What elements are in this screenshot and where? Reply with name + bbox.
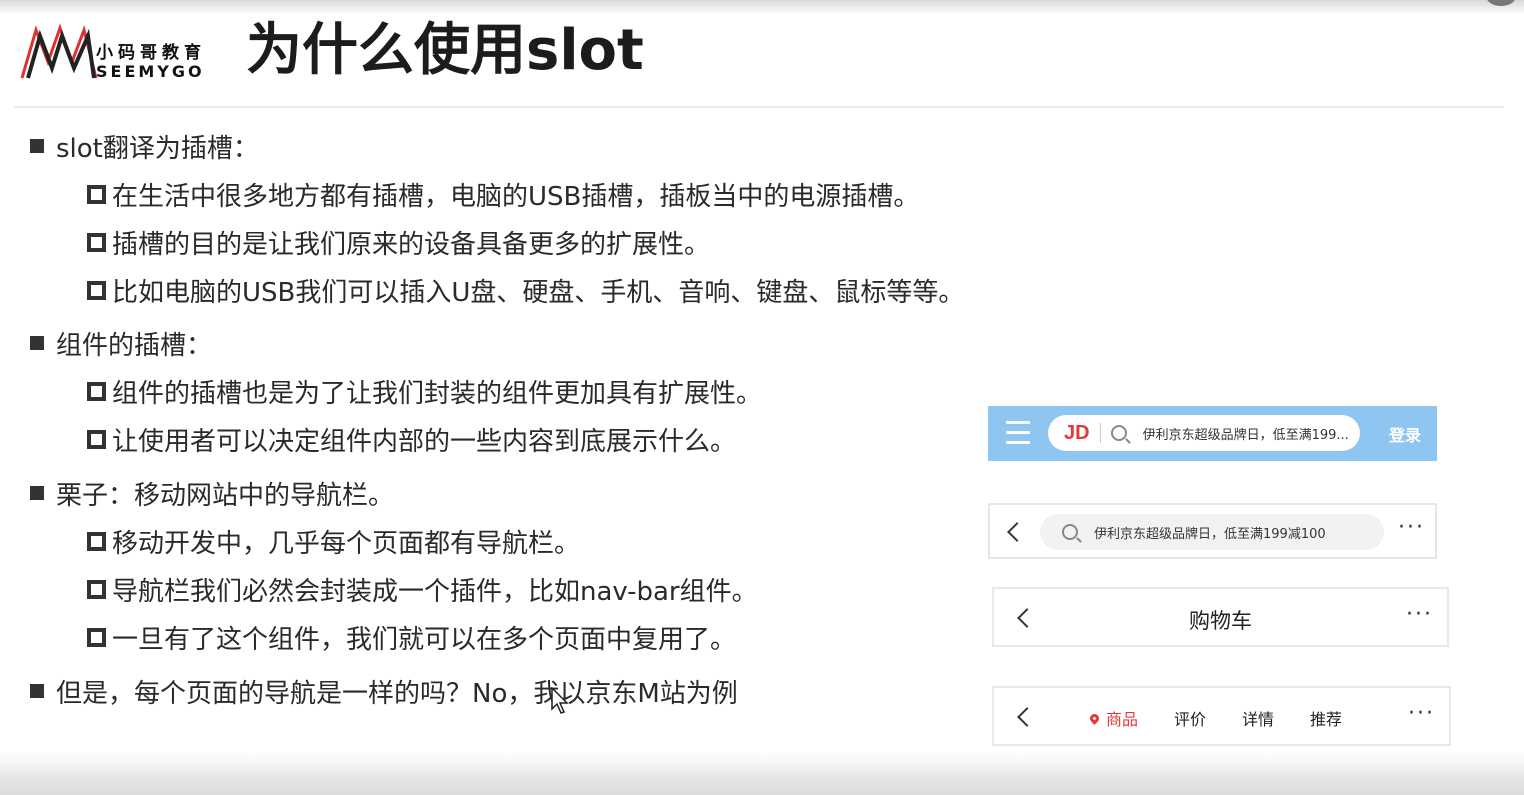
bullet-item-text: 组件的插槽也是为了让我们封装的组件更加具有扩展性。 [112,378,763,409]
search-divider [1099,423,1101,443]
bullet-item-text: 移动开发中，几乎每个页面都有导航栏。 [112,528,581,559]
hollow-square-bullet-icon [87,531,106,551]
bullet-item-text: 比如电脑的USB我们可以插入U盘、硬盘、手机、音响、键盘、鼠标等等。 [112,277,965,308]
hollow-square-bullet-icon [87,579,106,599]
section-component-slot: 组件的插槽： 组件的插槽也是为了让我们封装的组件更加具有扩展性。 让使用者可以决… [30,325,762,457]
hollow-square-bullet-icon [87,381,106,401]
menu-icon[interactable] [1006,421,1030,451]
hollow-square-bullet-icon [87,429,106,449]
search-box[interactable]: 伊利京东超级品牌日，低至满199减100 [1040,514,1384,550]
bullet-heading: 栗子：移动网站中的导航栏。 [30,475,758,511]
bullet-item: 移动开发中，几乎每个页面都有导航栏。 [87,523,758,559]
more-icon[interactable]: ··· [1408,703,1435,725]
hollow-square-bullet-icon [87,280,106,300]
navbar-title: 购物车 [1189,609,1252,633]
tab-label: 商品 [1106,710,1139,729]
bullet-item-text: 一旦有了这个组件，我们就可以在多个页面中复用了。 [112,624,737,655]
bullet-item: 插槽的目的是让我们原来的设备具备更多的扩展性。 [87,224,964,260]
bullet-heading-text: 栗子：移动网站中的导航栏。 [56,480,395,511]
bottom-shadow [0,752,1524,795]
section-slot-translation: slot翻译为插槽： 在生活中很多地方都有插槽，电脑的USB插槽，插板当中的电源… [30,128,964,308]
bullet-heading: 组件的插槽： [30,325,762,361]
filled-square-bullet-icon [30,139,44,153]
filled-square-bullet-icon [30,486,44,500]
hollow-square-bullet-icon [87,184,106,204]
search-placeholder: 伊利京东超级品牌日，低至满199... [1142,427,1349,443]
navbar-cart-example: 购物车 ··· [992,587,1449,647]
product-tabs: 商品 评价 详情 推荐 [1088,706,1378,730]
search-placeholder: 伊利京东超级品牌日，低至满199减100 [1094,526,1326,542]
search-icon [1062,524,1078,540]
bullet-item-text: 让使用者可以决定组件内部的一些内容到底展示什么。 [112,426,737,457]
tab-goods[interactable]: 商品 [1088,706,1139,730]
login-link[interactable]: 登录 [1389,422,1421,446]
bullet-item: 比如电脑的USB我们可以插入U盘、硬盘、手机、音响、键盘、鼠标等等。 [87,272,964,308]
top-shadow [0,0,1524,14]
tab-details[interactable]: 详情 [1242,706,1274,730]
bullet-heading-text: 但是，每个页面的导航是一样的吗？No，我以京东M站为例 [56,678,738,709]
bullet-item: 在生活中很多地方都有插槽，电脑的USB插槽，插板当中的电源插槽。 [87,176,964,212]
bullet-item: 导航栏我们必然会封装成一个插件，比如nav-bar组件。 [87,571,758,607]
navbar-search-example: 伊利京东超级品牌日，低至满199减100 ··· [988,503,1437,559]
bullet-item-text: 导航栏我们必然会封装成一个插件，比如nav-bar组件。 [112,576,758,607]
search-icon [1110,425,1127,441]
logo-text-cn: 小码哥教育 [96,43,206,63]
navbar-home-example: JD 伊利京东超级品牌日，低至满199... 登录 [988,406,1437,461]
jd-logo: JD [1064,421,1090,444]
bullet-item-text: 在生活中很多地方都有插槽，电脑的USB插槽，插板当中的电源插槽。 [112,181,920,212]
bullet-item: 一旦有了这个组件，我们就可以在多个页面中复用了。 [87,619,758,655]
back-arrow-icon[interactable] [1017,707,1037,727]
bullet-heading-text: 组件的插槽： [56,330,213,361]
navbar-product-example: 商品 评价 详情 推荐 ··· [992,686,1451,746]
logo-text-en: SEEMYGO [96,62,205,81]
bullet-item: 让使用者可以决定组件内部的一些内容到底展示什么。 [87,421,762,457]
bullet-heading: slot翻译为插槽： [30,128,964,164]
bullet-item: 组件的插槽也是为了让我们封装的组件更加具有扩展性。 [87,373,762,409]
back-arrow-icon[interactable] [1007,522,1027,542]
bullet-heading: 但是，每个页面的导航是一样的吗？No，我以京东M站为例 [30,673,738,709]
tab-recommend[interactable]: 推荐 [1310,706,1342,730]
hollow-square-bullet-icon [87,627,106,647]
section-question: 但是，每个页面的导航是一样的吗？No，我以京东M站为例 [30,673,738,709]
mouse-cursor-icon [551,687,569,714]
filled-square-bullet-icon [30,684,44,698]
bullet-heading-text: slot翻译为插槽： [56,133,259,164]
section-example-navbar: 栗子：移动网站中的导航栏。 移动开发中，几乎每个页面都有导航栏。 导航栏我们必然… [30,475,758,655]
tab-reviews[interactable]: 评价 [1174,706,1206,730]
bullet-item-text: 插槽的目的是让我们原来的设备具备更多的扩展性。 [112,229,711,260]
title-divider [14,106,1504,108]
more-icon[interactable]: ··· [1398,517,1425,539]
page-title: 为什么使用slot [246,18,644,83]
location-pin-icon [1088,711,1101,725]
more-icon[interactable]: ··· [1406,604,1433,626]
search-box[interactable]: JD 伊利京东超级品牌日，低至满199... [1048,415,1360,451]
filled-square-bullet-icon [30,336,44,350]
logo-mark-icon [20,23,98,79]
hollow-square-bullet-icon [87,232,106,252]
brand-logo: 小码哥教育 SEEMYGO [18,22,218,82]
